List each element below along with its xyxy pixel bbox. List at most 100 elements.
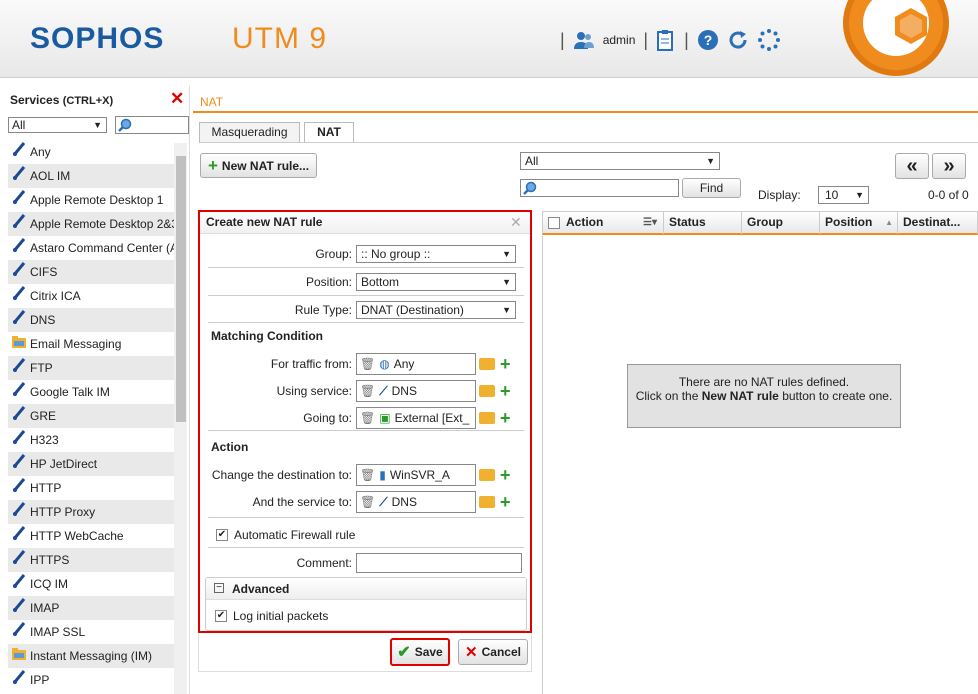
- list-item[interactable]: IPP: [8, 668, 174, 692]
- next-page-button[interactable]: »: [932, 153, 966, 179]
- list-item-label: FTP: [30, 361, 53, 375]
- list-item[interactable]: HTTPS: [8, 548, 174, 572]
- folder-icon[interactable]: [479, 412, 495, 424]
- rule-type-select[interactable]: DNAT (Destination) ▼: [356, 301, 516, 319]
- help-icon[interactable]: ?: [697, 29, 719, 51]
- matching-condition-heading: Matching Condition: [211, 329, 323, 343]
- pager-count: 0-0 of 0: [928, 188, 969, 202]
- list-item-label: DNS: [30, 313, 56, 327]
- refresh-icon[interactable]: [727, 29, 749, 51]
- list-item[interactable]: H323: [8, 428, 174, 452]
- rule-search-input[interactable]: [520, 179, 679, 197]
- going-to-field[interactable]: 🗑 ▣ External [Ext_: [356, 407, 476, 429]
- list-item[interactable]: IMAP: [8, 596, 174, 620]
- user-icon[interactable]: [573, 30, 595, 50]
- folder-icon[interactable]: [479, 358, 495, 370]
- change-destination-field[interactable]: 🗑 ▮ WinSVR_A: [356, 464, 476, 486]
- user-name[interactable]: admin: [603, 33, 636, 47]
- list-item-label: AOL IM: [30, 169, 71, 183]
- close-icon[interactable]: ✕: [170, 89, 184, 109]
- plus-icon[interactable]: +: [500, 466, 511, 484]
- list-item[interactable]: CIFS: [8, 260, 174, 284]
- service-to-field[interactable]: 🗑 ⟋ DNS: [356, 491, 476, 513]
- display-count-select[interactable]: 10 ▼: [818, 186, 869, 204]
- list-item-label: HTTP: [30, 481, 62, 495]
- log-packets-checkbox[interactable]: ✔: [215, 610, 227, 622]
- trash-icon[interactable]: 🗑: [360, 468, 375, 482]
- folder-icon[interactable]: [479, 469, 495, 481]
- select-all-checkbox[interactable]: [548, 216, 560, 229]
- cancel-button[interactable]: ✕ Cancel: [458, 639, 528, 665]
- plus-icon[interactable]: +: [500, 355, 511, 373]
- collapse-icon[interactable]: −: [214, 583, 224, 593]
- column-destination[interactable]: Destinat...: [898, 212, 978, 234]
- tab-masquerading[interactable]: Masquerading: [199, 122, 300, 142]
- list-item[interactable]: Citrix ICA: [8, 284, 174, 308]
- breadcrumb[interactable]: NAT: [200, 95, 223, 109]
- log-packets-option: ✔ Log initial packets: [215, 609, 328, 623]
- list-item[interactable]: Email Messaging: [8, 332, 174, 356]
- spinner-icon: [757, 28, 781, 52]
- log-packets-label: Log initial packets: [233, 609, 329, 623]
- column-action[interactable]: Action ☰▾: [543, 212, 664, 234]
- column-group[interactable]: Group: [742, 212, 820, 234]
- previous-page-button[interactable]: «: [895, 153, 929, 179]
- position-select[interactable]: Bottom ▼: [356, 273, 516, 291]
- list-item[interactable]: Astaro Command Center (A: [8, 236, 174, 260]
- folder-icon[interactable]: [479, 496, 495, 508]
- list-item[interactable]: ICQ IM: [8, 572, 174, 596]
- clipboard-icon[interactable]: [656, 29, 676, 51]
- group-select[interactable]: :: No group :: ▼: [356, 245, 516, 263]
- plus-icon[interactable]: +: [500, 493, 511, 511]
- list-item[interactable]: HTTP: [8, 476, 174, 500]
- search-icon: [523, 181, 537, 195]
- auto-firewall-checkbox[interactable]: ✔: [216, 529, 228, 541]
- service-icon: [12, 572, 26, 596]
- column-position[interactable]: Position ▲: [820, 212, 898, 234]
- trash-icon[interactable]: 🗑: [360, 495, 375, 509]
- find-button[interactable]: Find: [682, 178, 741, 198]
- new-nat-rule-button[interactable]: + New NAT rule...: [200, 153, 317, 178]
- close-icon[interactable]: ✕: [510, 214, 522, 231]
- plus-icon[interactable]: +: [500, 382, 511, 400]
- trash-icon[interactable]: 🗑: [360, 384, 375, 398]
- scrollbar-thumb[interactable]: [176, 156, 186, 422]
- service-icon: [12, 404, 26, 428]
- tab-nat[interactable]: NAT: [304, 122, 354, 143]
- using-service-field[interactable]: 🗑 ⟋ DNS: [356, 380, 476, 402]
- list-item[interactable]: Google Talk IM: [8, 380, 174, 404]
- list-item[interactable]: HTTP Proxy: [8, 500, 174, 524]
- comment-input[interactable]: [356, 553, 522, 573]
- plus-icon[interactable]: +: [500, 409, 511, 427]
- list-item[interactable]: Apple Remote Desktop 2&3: [8, 212, 174, 236]
- list-item[interactable]: FTP: [8, 356, 174, 380]
- column-menu-icon[interactable]: ☰▾: [643, 212, 657, 233]
- rule-type-label: Rule Type:: [294, 303, 352, 317]
- list-item-label: Apple Remote Desktop 2&3: [30, 217, 174, 231]
- list-item[interactable]: IMAP SSL: [8, 620, 174, 644]
- save-button[interactable]: ✔ Save: [390, 638, 450, 666]
- list-item[interactable]: AOL IM: [8, 164, 174, 188]
- services-search-input[interactable]: [115, 116, 189, 134]
- list-item[interactable]: HP JetDirect: [8, 452, 174, 476]
- using-service-label: Using service:: [276, 384, 352, 398]
- list-item[interactable]: GRE: [8, 404, 174, 428]
- list-item-label: IMAP: [30, 601, 60, 615]
- list-item[interactable]: Apple Remote Desktop 1: [8, 188, 174, 212]
- service-icon: [12, 260, 26, 284]
- list-item[interactable]: HTTP WebCache: [8, 524, 174, 548]
- rules-grid-header: Action ☰▾ Status Group Position ▲ Destina…: [542, 211, 978, 235]
- column-status[interactable]: Status: [664, 212, 742, 234]
- advanced-header[interactable]: − Advanced: [206, 578, 526, 600]
- list-item-label: IPP: [30, 673, 50, 687]
- folder-icon[interactable]: [479, 385, 495, 397]
- list-item[interactable]: Instant Messaging (IM): [8, 644, 174, 668]
- list-item[interactable]: Any: [8, 140, 174, 164]
- trash-icon[interactable]: 🗑: [360, 411, 375, 425]
- list-item[interactable]: DNS: [8, 308, 174, 332]
- trash-icon[interactable]: 🗑: [360, 357, 375, 371]
- rule-filter-select[interactable]: All ▼: [520, 152, 720, 170]
- services-filter-select[interactable]: All ▼: [8, 117, 107, 133]
- group-label: Group:: [315, 247, 352, 261]
- traffic-from-field[interactable]: 🗑 ◍ Any: [356, 353, 476, 375]
